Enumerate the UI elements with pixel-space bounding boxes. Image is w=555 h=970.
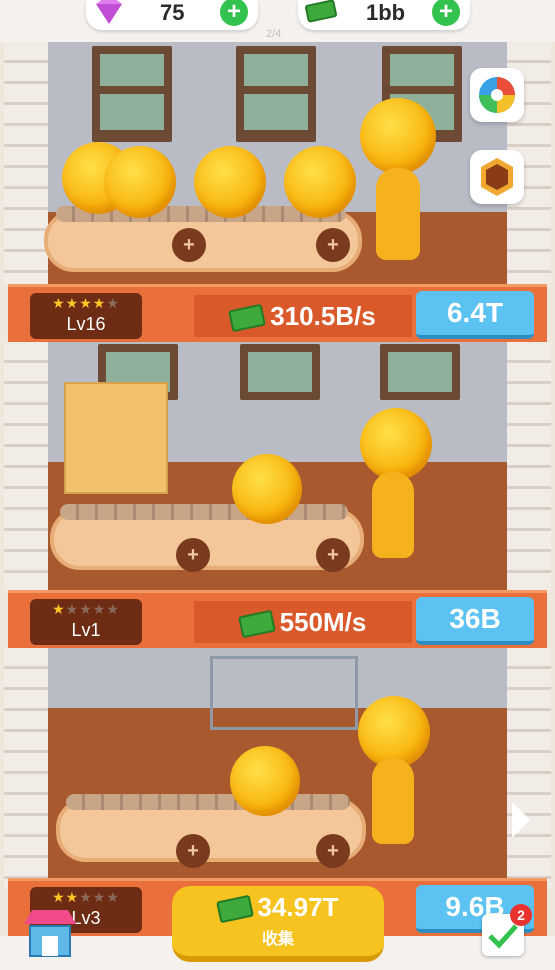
floor-2-scene: + + xyxy=(4,342,551,590)
tasks-badge: 2 xyxy=(510,904,532,926)
cash-count: 1bb xyxy=(366,0,406,25)
floor-1-level-badge: ★★★★★ Lv16 xyxy=(30,293,142,339)
floor-1-income-rate: 310.5B/s xyxy=(194,295,412,337)
cash-icon xyxy=(215,894,254,924)
floor-2-level-label: Lv1 xyxy=(71,620,101,640)
floor-1-scene: + + xyxy=(4,42,551,284)
spin-wheel-button[interactable] xyxy=(470,68,524,122)
collect-button[interactable]: 34.97T 收集 xyxy=(172,886,384,962)
floor-1-upgrade-button[interactable]: 6.4T xyxy=(416,291,534,339)
next-floor-arrow[interactable] xyxy=(510,800,532,840)
floor-1-rate-text: 310.5B/s xyxy=(270,301,376,331)
plus-icon: + xyxy=(438,0,453,25)
cash-icon xyxy=(305,0,337,23)
floor-1-stars: ★★★★★ xyxy=(52,295,120,311)
add-gems-button[interactable]: + xyxy=(220,0,248,26)
gem-count: 75 xyxy=(160,0,185,25)
gem-counter: 75 + xyxy=(86,0,258,30)
cash-counter: 1bb + xyxy=(298,0,470,30)
color-wheel-icon xyxy=(479,77,515,113)
collect-label: 收集 xyxy=(261,931,294,948)
hexagon-icon xyxy=(481,158,513,196)
floor-2-level-badge: ★★★★★ Lv1 xyxy=(30,599,142,645)
floor-2-info-bar: ★★★★★ Lv1 550M/s 36B xyxy=(8,590,547,651)
floor-2-income-rate: 550M/s xyxy=(194,601,412,643)
arrow-right-icon xyxy=(512,802,530,838)
hexagon-bonus-button[interactable] xyxy=(470,150,524,204)
shop-button[interactable] xyxy=(22,906,78,958)
floor-1-info-bar: ★★★★★ Lv16 310.5B/s 6.4T xyxy=(8,284,547,345)
floor-1-level-label: Lv16 xyxy=(66,314,106,334)
cash-icon xyxy=(237,609,276,639)
cash-icon xyxy=(228,303,267,333)
gem-icon xyxy=(96,0,122,24)
floor-3-stars: ★★★★★ xyxy=(52,889,120,905)
floor-2-stars: ★★★★★ xyxy=(52,601,120,617)
shop-icon xyxy=(24,910,76,957)
floor-3-scene: + + xyxy=(4,648,551,888)
floor-2-rate-text: 550M/s xyxy=(279,607,367,637)
page-indicator: 2/4 xyxy=(266,28,282,40)
plus-icon: + xyxy=(226,0,241,25)
collect-amount: 34.97T xyxy=(257,892,339,922)
add-cash-button[interactable]: + xyxy=(432,0,460,26)
floor-2-upgrade-button[interactable]: 36B xyxy=(416,597,534,645)
